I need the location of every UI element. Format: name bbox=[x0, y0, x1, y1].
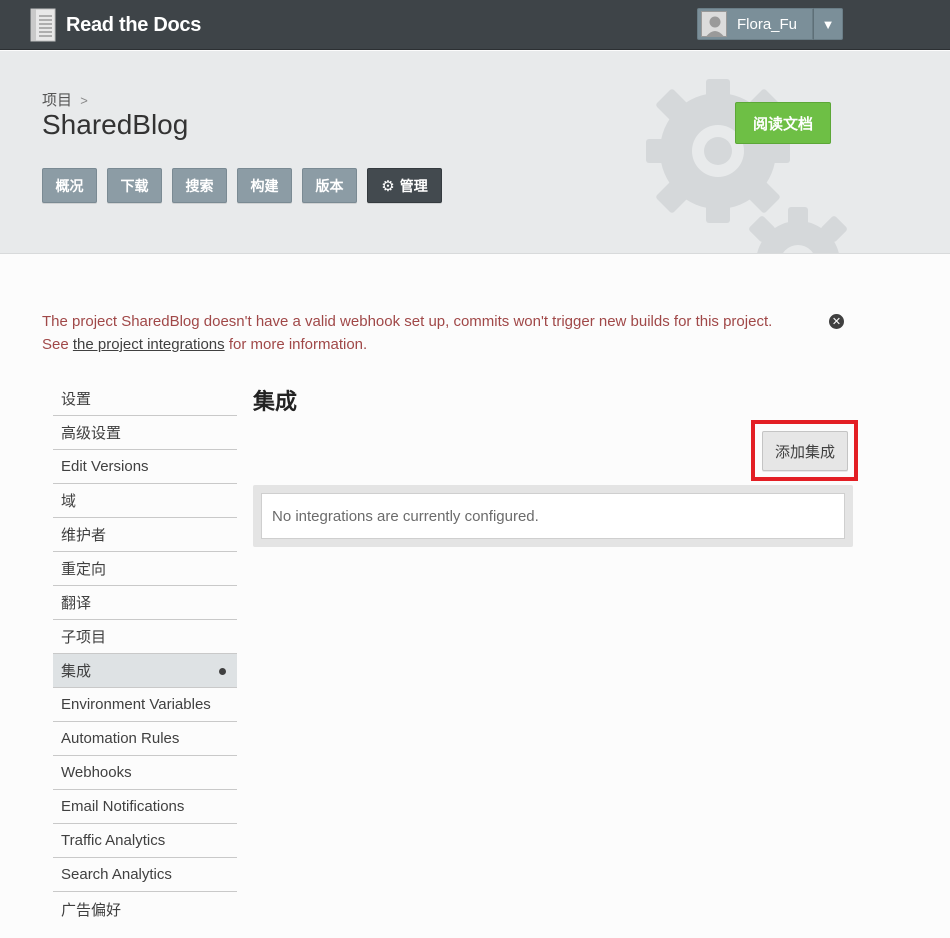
tab-admin[interactable]: ⚙ 管理 bbox=[367, 168, 442, 203]
sidebar-item-label: 子项目 bbox=[61, 629, 107, 646]
project-title[interactable]: SharedBlog bbox=[42, 109, 188, 141]
tab-admin-label: 管理 bbox=[399, 177, 428, 194]
sidebar-item-label: Email Notifications bbox=[61, 798, 185, 815]
tab-builds[interactable]: 构建 bbox=[237, 168, 292, 203]
sidebar-item-environment-variables[interactable]: Environment Variables bbox=[53, 688, 237, 722]
sidebar-item-automation-rules[interactable]: Automation Rules bbox=[53, 722, 237, 756]
top-navbar: Read the Docs Flora_Fu ▼ bbox=[0, 0, 950, 50]
sidebar-item-label: 集成 bbox=[61, 663, 92, 680]
brand-name: Read the Docs bbox=[66, 13, 202, 36]
sidebar-item-label: Environment Variables bbox=[61, 696, 211, 713]
sidebar-item-traffic-analytics[interactable]: Traffic Analytics bbox=[53, 824, 237, 858]
sidebar-item-label: 维护者 bbox=[61, 527, 107, 544]
tab-search[interactable]: 搜索 bbox=[172, 168, 227, 203]
integrations-list: No integrations are currently configured… bbox=[253, 485, 853, 547]
sidebar-item-label: 翻译 bbox=[61, 595, 92, 612]
sidebar-item-label: Search Analytics bbox=[61, 866, 172, 883]
sidebar-item-redirects[interactable]: 重定向 bbox=[53, 552, 237, 586]
breadcrumb-projects-link[interactable]: 项目 bbox=[42, 92, 72, 109]
book-icon bbox=[30, 8, 56, 42]
sidebar-item-settings[interactable]: 设置 bbox=[53, 382, 237, 416]
sidebar-item-maintainers[interactable]: 维护者 bbox=[53, 518, 237, 552]
page-title: 集成 bbox=[253, 389, 298, 414]
add-integration-button[interactable]: 添加集成 bbox=[762, 431, 848, 471]
project-header: 项目 > SharedBlog 阅读文档 概况 下载 搜索 构建 版本 ⚙ 管理 bbox=[0, 51, 950, 254]
project-tabs: 概况 下载 搜索 构建 版本 ⚙ 管理 bbox=[42, 168, 452, 203]
alert-see-text: See bbox=[42, 336, 69, 353]
alert-line-1: The project SharedBlog doesn't have a va… bbox=[42, 313, 773, 330]
dot-icon bbox=[219, 668, 226, 675]
alert-rest-text: for more information. bbox=[228, 336, 368, 353]
sidebar-item-advanced-settings[interactable]: 高级设置 bbox=[53, 416, 237, 450]
sidebar-item-label: 高级设置 bbox=[61, 425, 122, 442]
tab-overview[interactable]: 概况 bbox=[42, 168, 97, 203]
sidebar-item-webhooks[interactable]: Webhooks bbox=[53, 756, 237, 790]
sidebar-item-label: 设置 bbox=[61, 391, 92, 408]
breadcrumb-separator: > bbox=[80, 93, 88, 108]
sidebar-item-label: Automation Rules bbox=[61, 730, 180, 747]
sidebar-item-ad-preferences[interactable]: 广告偏好 bbox=[53, 892, 237, 926]
sidebar-item-label: Webhooks bbox=[61, 764, 132, 781]
sidebar-item-label: Traffic Analytics bbox=[61, 832, 166, 849]
gear-icon: ⚙ bbox=[381, 177, 395, 195]
gears-decoration-icon bbox=[646, 79, 847, 253]
tab-versions[interactable]: 版本 bbox=[302, 168, 357, 203]
sidebar-item-edit-versions[interactable]: Edit Versions bbox=[53, 450, 237, 484]
close-circle-icon[interactable]: ✕ bbox=[829, 314, 844, 329]
tab-downloads[interactable]: 下载 bbox=[107, 168, 162, 203]
sidebar-item-translations[interactable]: 翻译 bbox=[53, 586, 237, 620]
breadcrumb: 项目 > bbox=[42, 89, 88, 110]
sidebar-item-label: Edit Versions bbox=[61, 458, 149, 475]
user-menu[interactable]: Flora_Fu ▼ bbox=[697, 8, 843, 40]
user-avatar-icon bbox=[701, 11, 727, 37]
project-integrations-link[interactable]: the project integrations bbox=[73, 336, 225, 353]
read-docs-button[interactable]: 阅读文档 bbox=[735, 102, 831, 144]
sidebar-item-integrations[interactable]: 集成 bbox=[53, 654, 237, 688]
sidebar-item-email-notifications[interactable]: Email Notifications bbox=[53, 790, 237, 824]
brand-logo[interactable]: Read the Docs bbox=[30, 8, 201, 42]
empty-integrations-message: No integrations are currently configured… bbox=[261, 493, 845, 539]
sidebar-item-label: 域 bbox=[61, 493, 77, 510]
sidebar-item-search-analytics[interactable]: Search Analytics bbox=[53, 858, 237, 892]
sidebar-item-label: 重定向 bbox=[61, 561, 107, 578]
user-menu-button[interactable]: Flora_Fu bbox=[697, 8, 813, 40]
alert-line-2: See the project integrations for more in… bbox=[42, 333, 842, 356]
webhook-warning-alert: The project SharedBlog doesn't have a va… bbox=[42, 310, 842, 356]
admin-sidebar: 设置 高级设置 Edit Versions 域 维护者 重定向 翻译 子项目 集… bbox=[53, 382, 237, 926]
sidebar-item-label: 广告偏好 bbox=[61, 901, 122, 919]
user-menu-caret-icon[interactable]: ▼ bbox=[813, 8, 843, 40]
sidebar-item-subprojects[interactable]: 子项目 bbox=[53, 620, 237, 654]
user-name: Flora_Fu bbox=[737, 15, 798, 33]
sidebar-item-domains[interactable]: 域 bbox=[53, 484, 237, 518]
